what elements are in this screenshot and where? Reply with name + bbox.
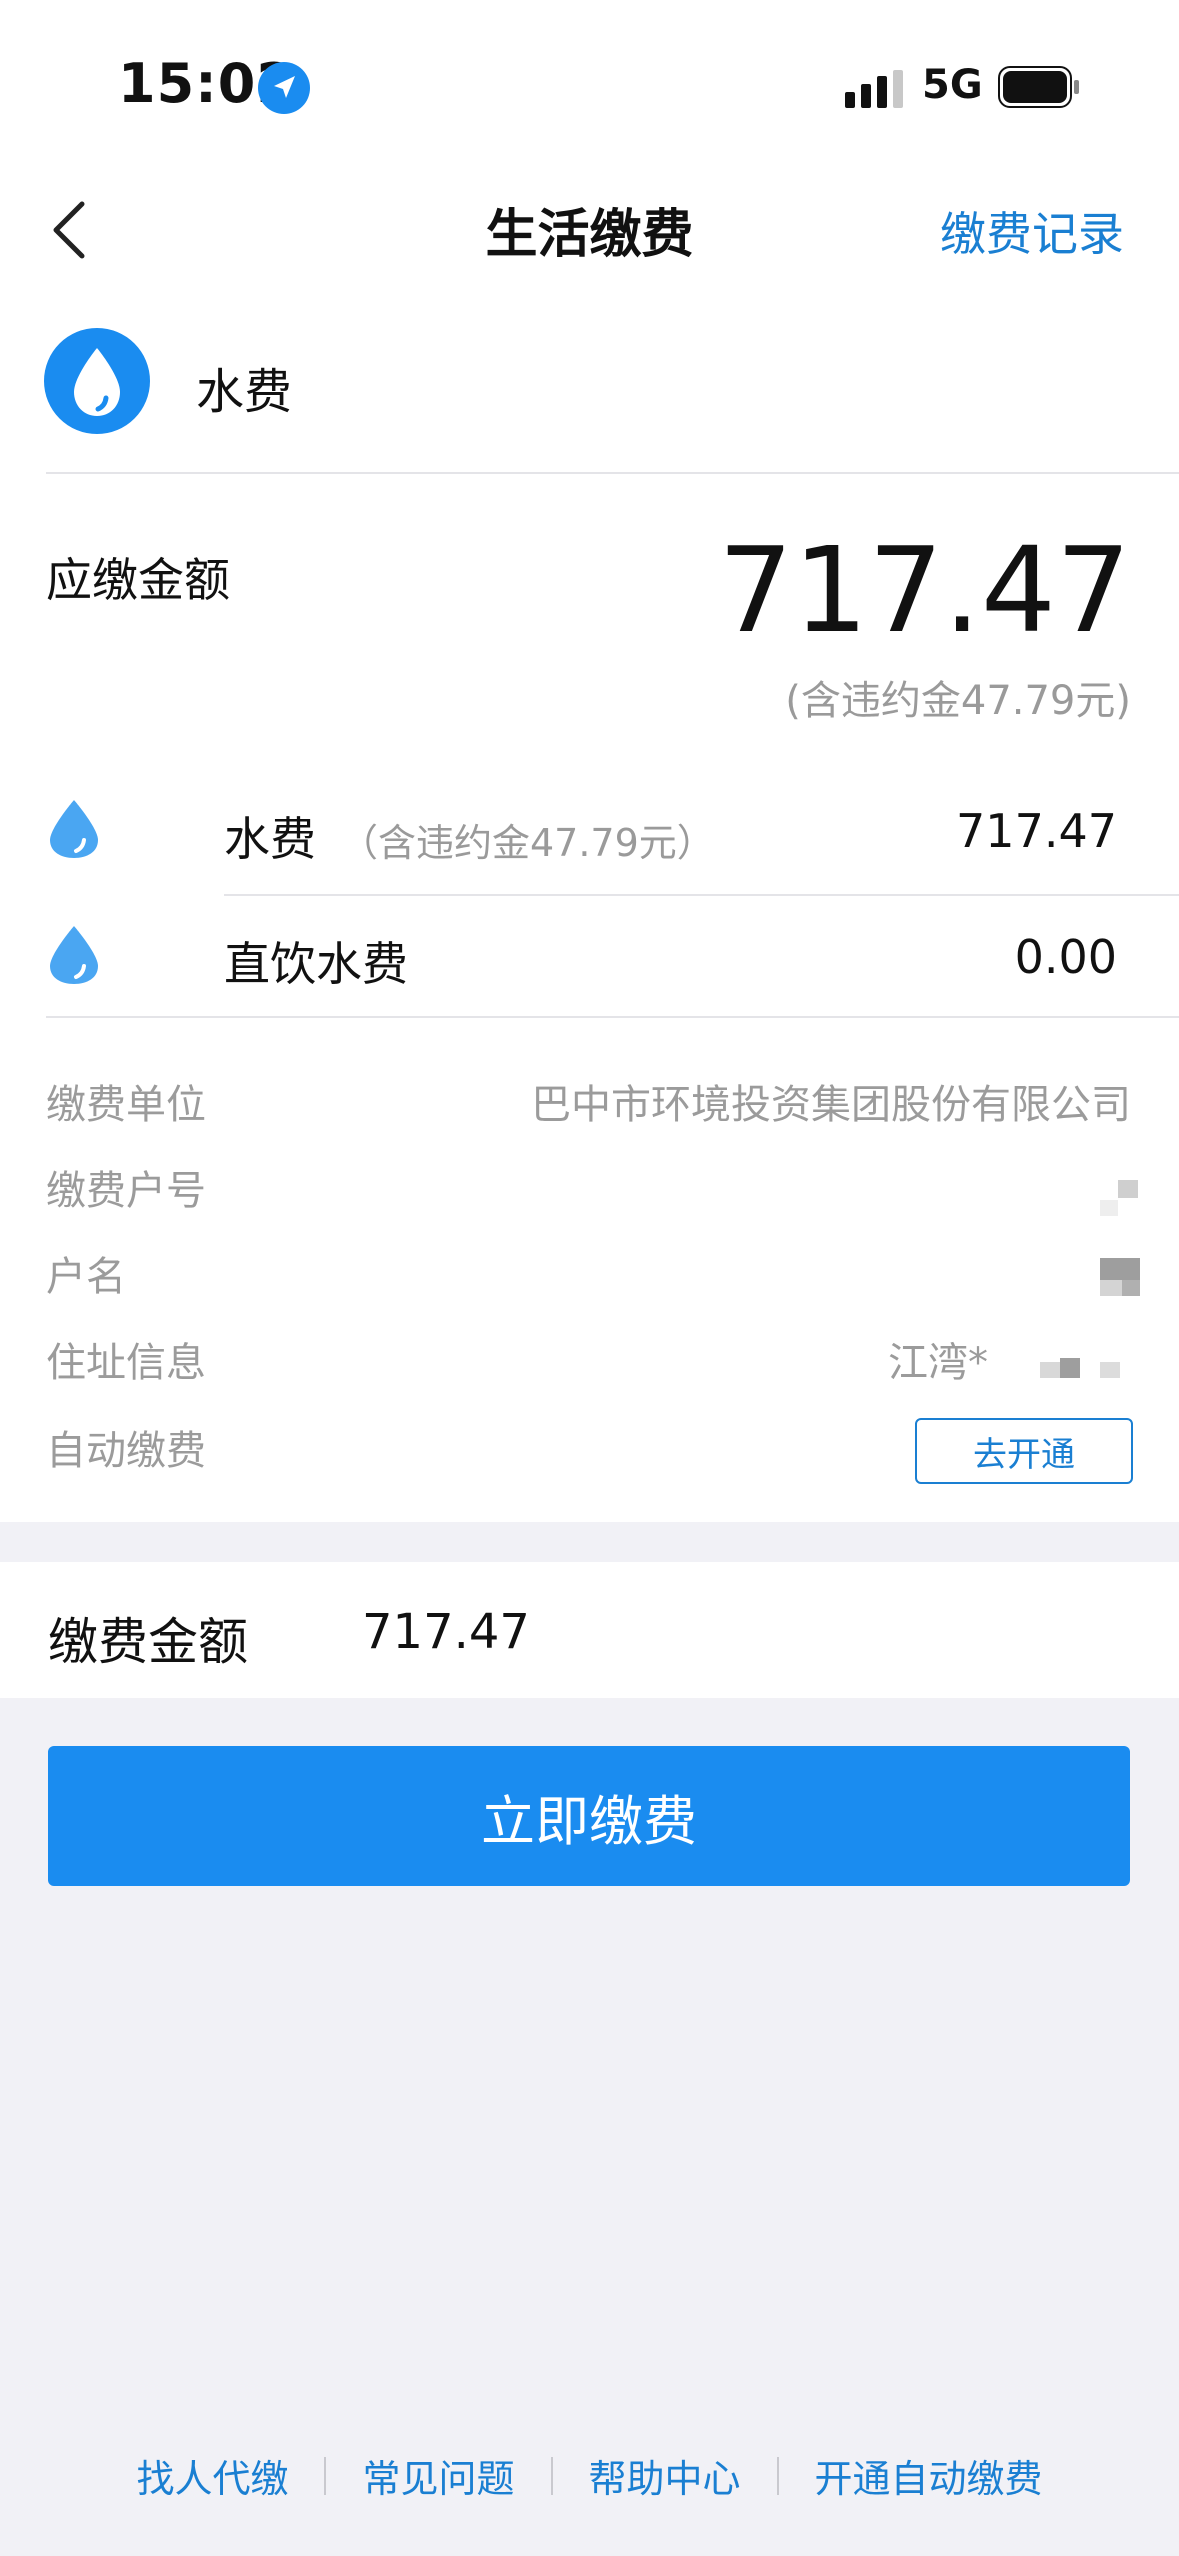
water-drop-icon xyxy=(50,926,98,984)
footer-link-faq[interactable]: 常见问题 xyxy=(362,2448,514,2503)
divider xyxy=(224,894,1179,896)
redacted-address xyxy=(1040,1358,1120,1380)
divider xyxy=(46,1016,1179,1018)
payment-amount-input[interactable]: 717.47 xyxy=(362,1604,530,1660)
footer-links: 找人代缴 常见问题 帮助中心 开通自动缴费 xyxy=(0,2448,1179,2503)
footer-link-proxy-pay[interactable]: 找人代缴 xyxy=(136,2448,288,2503)
amount-due-label: 应缴金额 xyxy=(46,553,230,607)
battery-icon xyxy=(998,66,1079,108)
info-account-label: 缴费户号 xyxy=(46,1168,206,1214)
footer-link-help[interactable]: 帮助中心 xyxy=(589,2448,741,2503)
info-address-label: 住址信息 xyxy=(46,1340,206,1386)
pay-now-button[interactable]: 立即缴费 xyxy=(48,1746,1130,1886)
item-note: （含违约金47.79元） xyxy=(340,821,715,865)
info-address-value: 江湾* xyxy=(888,1340,988,1386)
footer-separator xyxy=(324,2456,327,2495)
amount-due-note: (含违约金47.79元) xyxy=(785,678,1131,724)
redacted-account xyxy=(1100,1180,1140,1220)
info-auto-label: 自动缴费 xyxy=(46,1428,206,1474)
item-value: 717.47 xyxy=(956,804,1117,858)
item-label: 直饮水费 xyxy=(224,937,408,991)
enable-autopay-button[interactable]: 去开通 xyxy=(915,1418,1133,1484)
info-company-value: 巴中市环境投资集团股份有限公司 xyxy=(531,1082,1131,1128)
water-drop-icon xyxy=(44,328,150,434)
redacted-name xyxy=(1100,1258,1140,1298)
location-arrow-icon xyxy=(258,62,310,114)
info-company-label: 缴费单位 xyxy=(46,1082,206,1128)
bill-type-label: 水费 xyxy=(196,364,293,420)
item-value: 0.00 xyxy=(1014,930,1117,984)
payment-records-link[interactable]: 缴费记录 xyxy=(940,198,1124,264)
signal-icon xyxy=(845,70,903,108)
divider xyxy=(46,472,1179,474)
water-drop-icon xyxy=(50,800,98,858)
network-type: 5G xyxy=(922,62,983,108)
item-label: 水费 xyxy=(224,812,316,866)
footer-link-autopay[interactable]: 开通自动缴费 xyxy=(815,2448,1043,2503)
footer-separator xyxy=(776,2456,779,2495)
info-name-label: 户名 xyxy=(46,1254,126,1300)
payment-amount-label: 缴费金额 xyxy=(48,1613,248,1671)
footer-separator xyxy=(550,2456,553,2495)
amount-due-value: 717.47 xyxy=(718,521,1131,659)
